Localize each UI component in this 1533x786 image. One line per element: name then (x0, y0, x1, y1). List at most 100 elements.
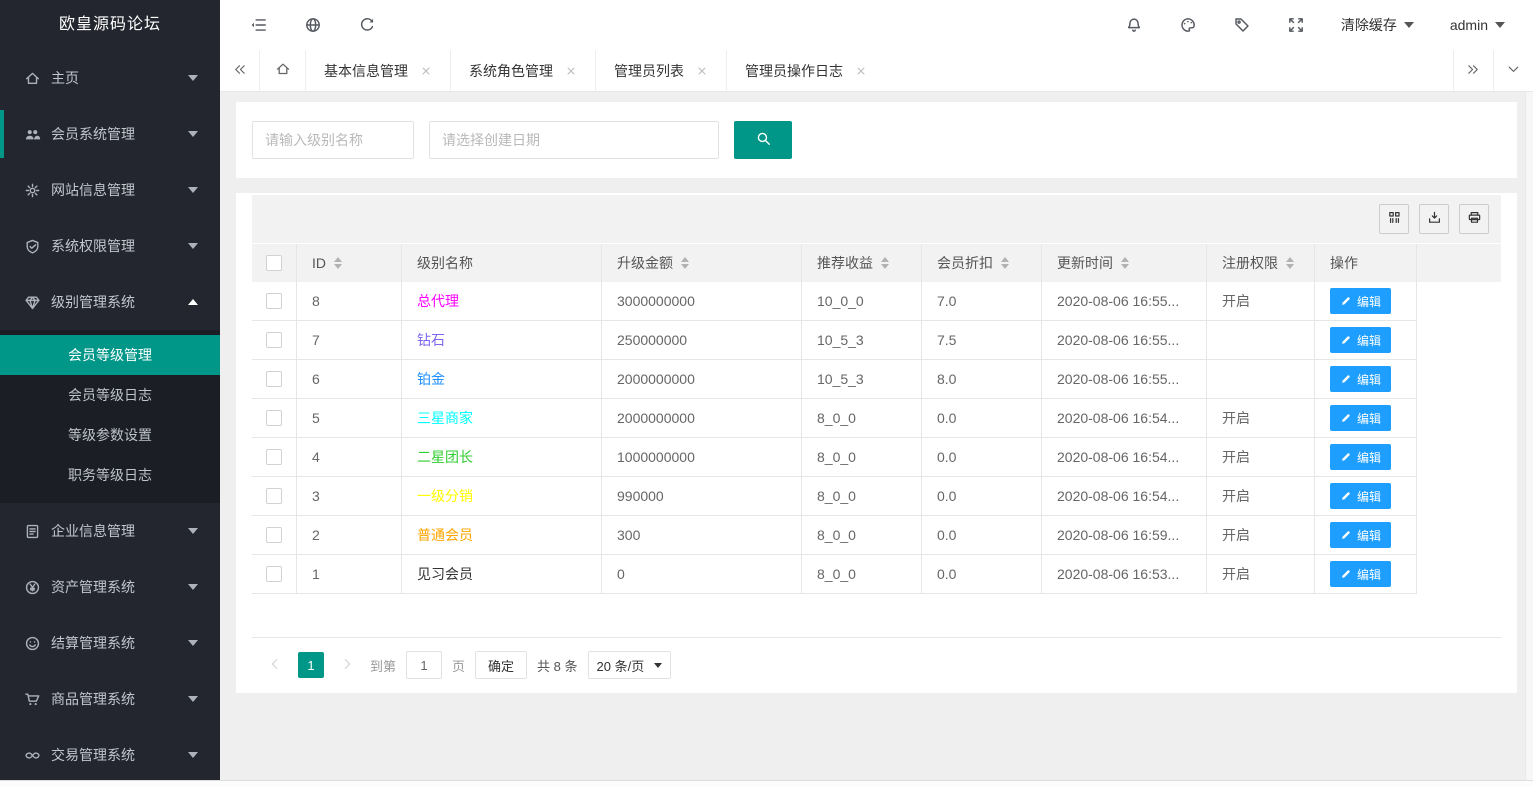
sort-icon[interactable] (881, 257, 889, 269)
goto-page-input[interactable] (406, 651, 442, 679)
edit-button[interactable]: 编辑 (1330, 366, 1391, 392)
tab-系统角色管理[interactable]: 系统角色管理 (451, 50, 596, 91)
topbar-left-icons (220, 16, 376, 34)
tab-管理员列表[interactable]: 管理员列表 (596, 50, 727, 91)
row-checkbox[interactable] (266, 371, 282, 387)
bell-icon[interactable] (1125, 16, 1143, 34)
pencil-icon (1340, 412, 1352, 424)
cell-register-permission: 开启 (1207, 516, 1315, 554)
tab-基本信息管理[interactable]: 基本信息管理 (306, 50, 451, 91)
sidebar-item-网站信息管理[interactable]: 网站信息管理 (0, 162, 220, 218)
chevron-left-icon (268, 657, 282, 674)
page-size-select[interactable]: 20 条/页 (588, 651, 672, 679)
sort-icon[interactable] (334, 257, 342, 269)
edit-button[interactable]: 编辑 (1330, 327, 1391, 353)
prev-page-button[interactable] (262, 652, 288, 678)
edit-button[interactable]: 编辑 (1330, 444, 1391, 470)
cell-actions: 编辑 (1315, 360, 1417, 398)
horizontal-scrollbar[interactable] (0, 780, 1533, 786)
sidebar-item-交易管理系统[interactable]: 交易管理系统 (0, 727, 220, 783)
register-permission: 开启 (1222, 291, 1250, 311)
sidebar-item-商品管理系统[interactable]: 商品管理系统 (0, 671, 220, 727)
column-header-更新时间: 更新时间 (1042, 244, 1207, 282)
sidebar-item-主页[interactable]: 主页 (0, 50, 220, 106)
referral-income: 10_0_0 (817, 293, 864, 309)
row-checkbox[interactable] (266, 410, 282, 426)
sidebar-subitem-等级参数设置[interactable]: 等级参数设置 (0, 415, 220, 455)
sort-icon[interactable] (1001, 257, 1009, 269)
close-icon[interactable] (420, 65, 432, 77)
row-checkbox[interactable] (266, 488, 282, 504)
edit-button[interactable]: 编辑 (1330, 483, 1391, 509)
edit-button[interactable]: 编辑 (1330, 561, 1391, 587)
tabs-scroll-right-button[interactable] (1453, 50, 1493, 91)
chevron-down-icon (1495, 22, 1505, 28)
sidebar-subitem-职务等级日志[interactable]: 职务等级日志 (0, 455, 220, 495)
collapse-sidebar-icon[interactable] (250, 16, 268, 34)
cell-referral-income: 8_0_0 (802, 477, 922, 515)
sidebar-item-结算管理系统[interactable]: 结算管理系统 (0, 615, 220, 671)
edit-button[interactable]: 编辑 (1330, 522, 1391, 548)
globe-icon[interactable] (304, 16, 322, 34)
fullscreen-icon[interactable] (1287, 16, 1305, 34)
tab-管理员操作日志[interactable]: 管理员操作日志 (727, 50, 880, 91)
sort-icon[interactable] (1286, 257, 1294, 269)
export-button[interactable] (1419, 204, 1449, 234)
member-discount: 0.0 (937, 566, 956, 582)
close-icon[interactable] (855, 65, 867, 77)
update-time: 2020-08-06 16:54... (1057, 449, 1179, 465)
confirm-page-button[interactable]: 确定 (475, 651, 527, 679)
row-checkbox[interactable] (266, 449, 282, 465)
sidebar-item-会员系统管理[interactable]: 会员系统管理 (0, 106, 220, 162)
tag-icon[interactable] (1233, 16, 1251, 34)
column-header-会员折扣: 会员折扣 (922, 244, 1042, 282)
chevrons-left-icon (232, 62, 247, 80)
level-name-input[interactable] (252, 121, 414, 159)
column-label: 升级金额 (617, 253, 673, 273)
pencil-icon (1340, 373, 1352, 385)
search-button[interactable] (734, 121, 792, 159)
upgrade-amount: 250000000 (617, 332, 687, 348)
cell-referral-income: 8_0_0 (802, 516, 922, 554)
page-number-button[interactable]: 1 (298, 652, 324, 678)
edit-button-label: 编辑 (1357, 371, 1381, 388)
filter-columns-button[interactable] (1379, 204, 1409, 234)
tab-label: 基本信息管理 (324, 61, 408, 81)
sidebar-item-企业信息管理[interactable]: 企业信息管理 (0, 503, 220, 559)
edit-button-label: 编辑 (1357, 410, 1381, 427)
clear-cache-dropdown[interactable]: 清除缓存 (1341, 15, 1414, 35)
palette-icon[interactable] (1179, 16, 1197, 34)
next-page-button[interactable] (334, 652, 360, 678)
sidebar-item-级别管理系统[interactable]: 级别管理系统 (0, 274, 220, 330)
member-discount: 8.0 (937, 371, 956, 387)
row-checkbox[interactable] (266, 527, 282, 543)
tab-home[interactable] (260, 50, 306, 91)
sidebar-subitem-会员等级日志[interactable]: 会员等级日志 (0, 375, 220, 415)
row-checkbox[interactable] (266, 332, 282, 348)
edit-button[interactable]: 编辑 (1330, 405, 1391, 431)
sidebar-item-系统权限管理[interactable]: 系统权限管理 (0, 218, 220, 274)
print-button[interactable] (1459, 204, 1489, 234)
sidebar-item-资产管理系统[interactable]: 资产管理系统 (0, 559, 220, 615)
create-date-input[interactable] (429, 121, 719, 159)
sort-icon[interactable] (681, 257, 689, 269)
tabs-scroll-left-button[interactable] (220, 50, 260, 91)
cell-referral-income: 10_0_0 (802, 282, 922, 320)
row-checkbox[interactable] (266, 293, 282, 309)
sort-icon[interactable] (1121, 257, 1129, 269)
select-all-checkbox[interactable] (266, 255, 282, 271)
vertical-scrollbar[interactable] (1525, 92, 1533, 780)
close-icon[interactable] (565, 65, 577, 77)
row-checkbox[interactable] (266, 566, 282, 582)
tabs-menu-button[interactable] (1493, 50, 1533, 91)
cell-referral-income: 10_5_3 (802, 321, 922, 359)
user-dropdown[interactable]: admin (1450, 17, 1505, 33)
chevron-down-icon (188, 752, 198, 758)
sidebar-subitem-会员等级管理[interactable]: 会员等级管理 (0, 335, 220, 375)
header-filler-cell (1417, 244, 1501, 282)
refresh-icon[interactable] (358, 16, 376, 34)
app-logo: 欧皇源码论坛 (0, 0, 220, 50)
edit-button[interactable]: 编辑 (1330, 288, 1391, 314)
close-icon[interactable] (696, 65, 708, 77)
row-id: 8 (312, 293, 320, 309)
